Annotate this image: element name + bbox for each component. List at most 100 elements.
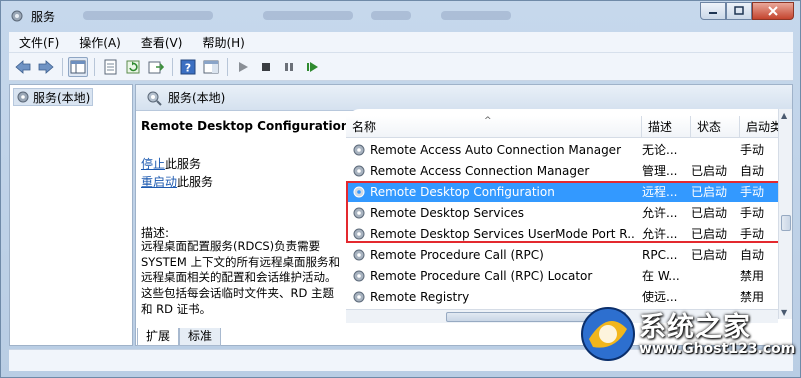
service-name: Remote Procedure Call (RPC) Locator [370,268,593,283]
column-header-label: 名称 [352,120,377,134]
back-icon [15,59,31,74]
watermark-logo-icon [581,307,635,361]
stop-service-button[interactable] [256,57,276,77]
sort-ascending-icon: ^ [484,116,492,126]
menu-help[interactable]: 帮助(H) [192,34,254,51]
export-button[interactable] [146,57,166,77]
row-name-cell: Remote Procedure Call (RPC) [346,248,636,262]
services-gear-icon [17,91,29,103]
table-row[interactable]: Remote Procedure Call (RPC) RPC... 已启动 自… [346,244,778,265]
blurred-title-region [371,11,411,20]
search-gear-icon [147,91,162,106]
column-header-status[interactable]: 状态 [691,116,740,138]
menu-action[interactable]: 操作(A) [69,34,131,51]
service-description: 在 W... [642,269,680,283]
minimize-button[interactable] [700,2,726,20]
vertical-scrollbar[interactable]: ▲ ▼ [778,109,792,319]
console-tree-button[interactable] [68,56,88,77]
service-name: Remote Access Connection Manager [370,163,590,178]
title-bar[interactable]: 服务 [1,1,800,31]
stop-icon [262,62,270,71]
start-service-button[interactable] [233,57,253,77]
start-icon [239,61,248,72]
svg-text:?: ? [185,61,191,74]
service-gear-icon [353,249,365,260]
blurred-title-region [263,11,353,20]
service-startup-type: 手动 [740,143,765,157]
service-name: Remote Access Auto Connection Manager [370,142,621,157]
tab-standard[interactable]: 标准 [179,328,222,346]
pause-icon [285,62,293,71]
console-tree: 服务(本地) [9,84,133,346]
stop-service-suffix: 此服务 [165,157,202,171]
resume-icon [307,61,318,72]
show-hide-icon [203,60,219,73]
stop-service-link[interactable]: 停止 [141,157,165,171]
row-name-cell: Remote Access Auto Connection Manager [346,143,636,157]
service-gear-icon [353,291,365,302]
row-name-cell: Remote Procedure Call (RPC) Locator [346,269,636,283]
menu-file[interactable]: 文件(F) [9,34,69,51]
table-header: ^ 名称 描述 状态 启动类 [346,116,778,138]
watermark: 系统之家 www.Ghost123.com [579,301,799,373]
stop-service-row: 停止此服务 [141,155,201,172]
restart-service-button[interactable] [302,57,322,77]
service-gear-icon [353,270,365,281]
help-button[interactable]: ? [178,57,198,77]
column-header-label: 状态 [697,120,722,134]
menu-view[interactable]: 查看(V) [131,34,193,51]
toolbar-separator [227,57,228,76]
refresh-button[interactable] [123,57,143,77]
service-startup-type: 禁用 [740,269,765,283]
forward-icon [38,59,54,74]
view-tabs: 扩展 标准 [137,328,222,346]
column-header-label: 启动类 [746,120,778,134]
tree-item-services-local[interactable]: 服务(本地) [13,88,94,106]
toolbar: ? [9,53,793,81]
maximize-button[interactable] [726,2,752,20]
annotation-highlight-box [346,181,783,243]
tab-extended[interactable]: 扩展 [137,328,180,346]
column-header-description[interactable]: 描述 [642,116,691,138]
close-button[interactable] [752,2,794,20]
table-row[interactable]: Remote Access Auto Connection Manager 无论… [346,139,778,160]
refresh-icon [126,60,140,73]
table-row[interactable]: Remote Access Connection Manager 管理... 已… [346,160,778,181]
service-status: 已启动 [691,248,728,262]
service-status: 已启动 [691,164,728,178]
maximize-icon [734,6,744,15]
export-icon [148,61,164,73]
services-table: ^ 名称 描述 状态 启动类 Remote Access Auto Connec… [346,109,792,333]
blurred-title-region [83,11,213,20]
pause-service-button[interactable] [279,57,299,77]
row-name-cell: Remote Access Connection Manager [346,164,636,178]
restart-service-row: 重启动此服务 [141,173,213,190]
service-startup-type: 自动 [740,164,765,178]
back-button[interactable] [13,57,33,77]
restart-service-link[interactable]: 重启动 [141,175,177,189]
pane-header-title: 服务(本地) [168,91,226,105]
vertical-scroll-thumb[interactable] [781,215,791,231]
properties-button[interactable] [100,57,120,77]
description-text: 远程桌面配置服务(RDCS)负责需要 SYSTEM 上下文的所有远程桌面服务和远… [141,239,340,316]
forward-button[interactable] [36,57,56,77]
toolbar-separator [172,57,173,76]
column-header-name[interactable]: ^ 名称 [346,116,642,138]
table-row[interactable]: Remote Procedure Call (RPC) Locator 在 W.… [346,265,778,286]
window-title: 服务 [31,10,56,24]
scroll-up-icon[interactable]: ▲ [781,111,787,120]
close-icon [768,6,778,16]
toolbar-separator [94,57,95,76]
console-tree-icon [70,60,86,73]
properties-icon [104,59,117,74]
service-gear-icon [353,144,365,155]
service-description: 无论... [642,143,678,157]
column-header-label: 描述 [648,120,673,134]
services-gear-icon [11,10,23,22]
window-controls [700,2,794,20]
service-gear-icon [353,165,365,176]
service-description-panel: Remote Desktop Configuration 停止此服务 重启动此服… [141,119,349,316]
service-name: Remote Registry [370,289,470,304]
show-hide-button[interactable] [201,57,221,77]
column-header-startup-type[interactable]: 启动类 [740,116,778,138]
